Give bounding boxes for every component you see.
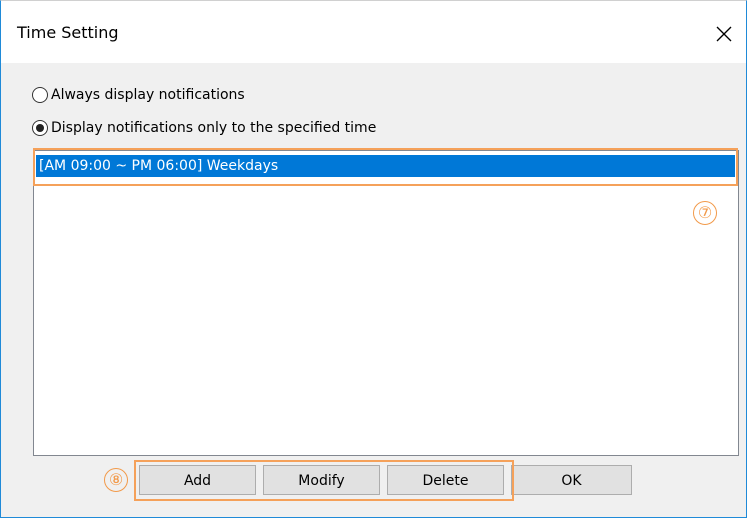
- radio-specified-circle[interactable]: [32, 120, 48, 136]
- radio-specified-label: Display notifications only to the specif…: [51, 120, 377, 136]
- add-button[interactable]: Add: [139, 465, 256, 495]
- title-bar: Time Setting: [1, 1, 746, 63]
- radio-always-display[interactable]: Always display notifications: [32, 85, 245, 105]
- schedule-list-item[interactable]: [AM 09:00 ~ PM 06:00] Weekdays: [36, 155, 735, 177]
- schedule-listbox[interactable]: [AM 09:00 ~ PM 06:00] Weekdays: [33, 150, 739, 456]
- radio-specified-time[interactable]: Display notifications only to the specif…: [32, 118, 376, 138]
- callout-marker-8: ⑧: [104, 468, 128, 492]
- ok-button[interactable]: OK: [511, 465, 632, 495]
- modify-button[interactable]: Modify: [263, 465, 380, 495]
- callout-marker-7: ⑦: [693, 201, 717, 225]
- close-icon: [716, 26, 732, 42]
- dialog-title: Time Setting: [17, 23, 119, 42]
- close-button[interactable]: [709, 19, 739, 49]
- radio-always-label: Always display notifications: [51, 87, 245, 103]
- delete-button[interactable]: Delete: [387, 465, 504, 495]
- radio-always-circle[interactable]: [32, 87, 48, 103]
